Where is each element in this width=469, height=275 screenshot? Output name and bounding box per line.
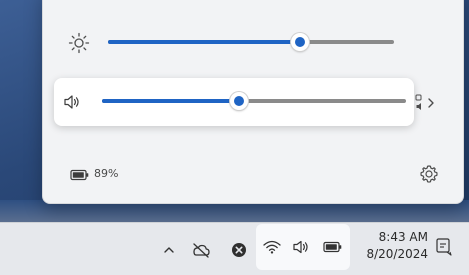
brightness-slider-thumb[interactable] [290,33,309,51]
volume-slider[interactable] [102,91,406,111]
wifi-icon[interactable] [261,223,283,270]
cloud-off-icon[interactable] [189,223,213,275]
brightness-track-fill [108,40,300,44]
volume-track-fill [102,99,239,103]
clock-date: 8/20/2024 [366,247,428,261]
chevron-up-icon[interactable] [158,223,180,275]
x-circle-icon[interactable] [228,223,250,275]
battery-icon[interactable] [70,167,90,181]
volume-icon[interactable] [62,92,82,112]
gear-icon[interactable] [418,163,440,185]
quick-settings-footer: 89% [70,163,442,187]
battery-percent: 89% [94,167,119,180]
brightness-slider[interactable] [108,32,394,52]
clock-time: 8:43 AM [378,230,428,244]
taskbar-battery-icon[interactable] [322,223,344,270]
taskbar: 8:43 AM 8/20/2024 [0,222,469,275]
speaker-icon[interactable] [291,223,313,270]
audio-output-switch-icon[interactable] [414,92,440,114]
clock[interactable]: 8:43 AM 8/20/2024 [358,229,428,263]
notification-icon[interactable] [432,233,456,259]
volume-slider-thumb[interactable] [229,92,248,110]
brightness-icon [68,32,90,54]
